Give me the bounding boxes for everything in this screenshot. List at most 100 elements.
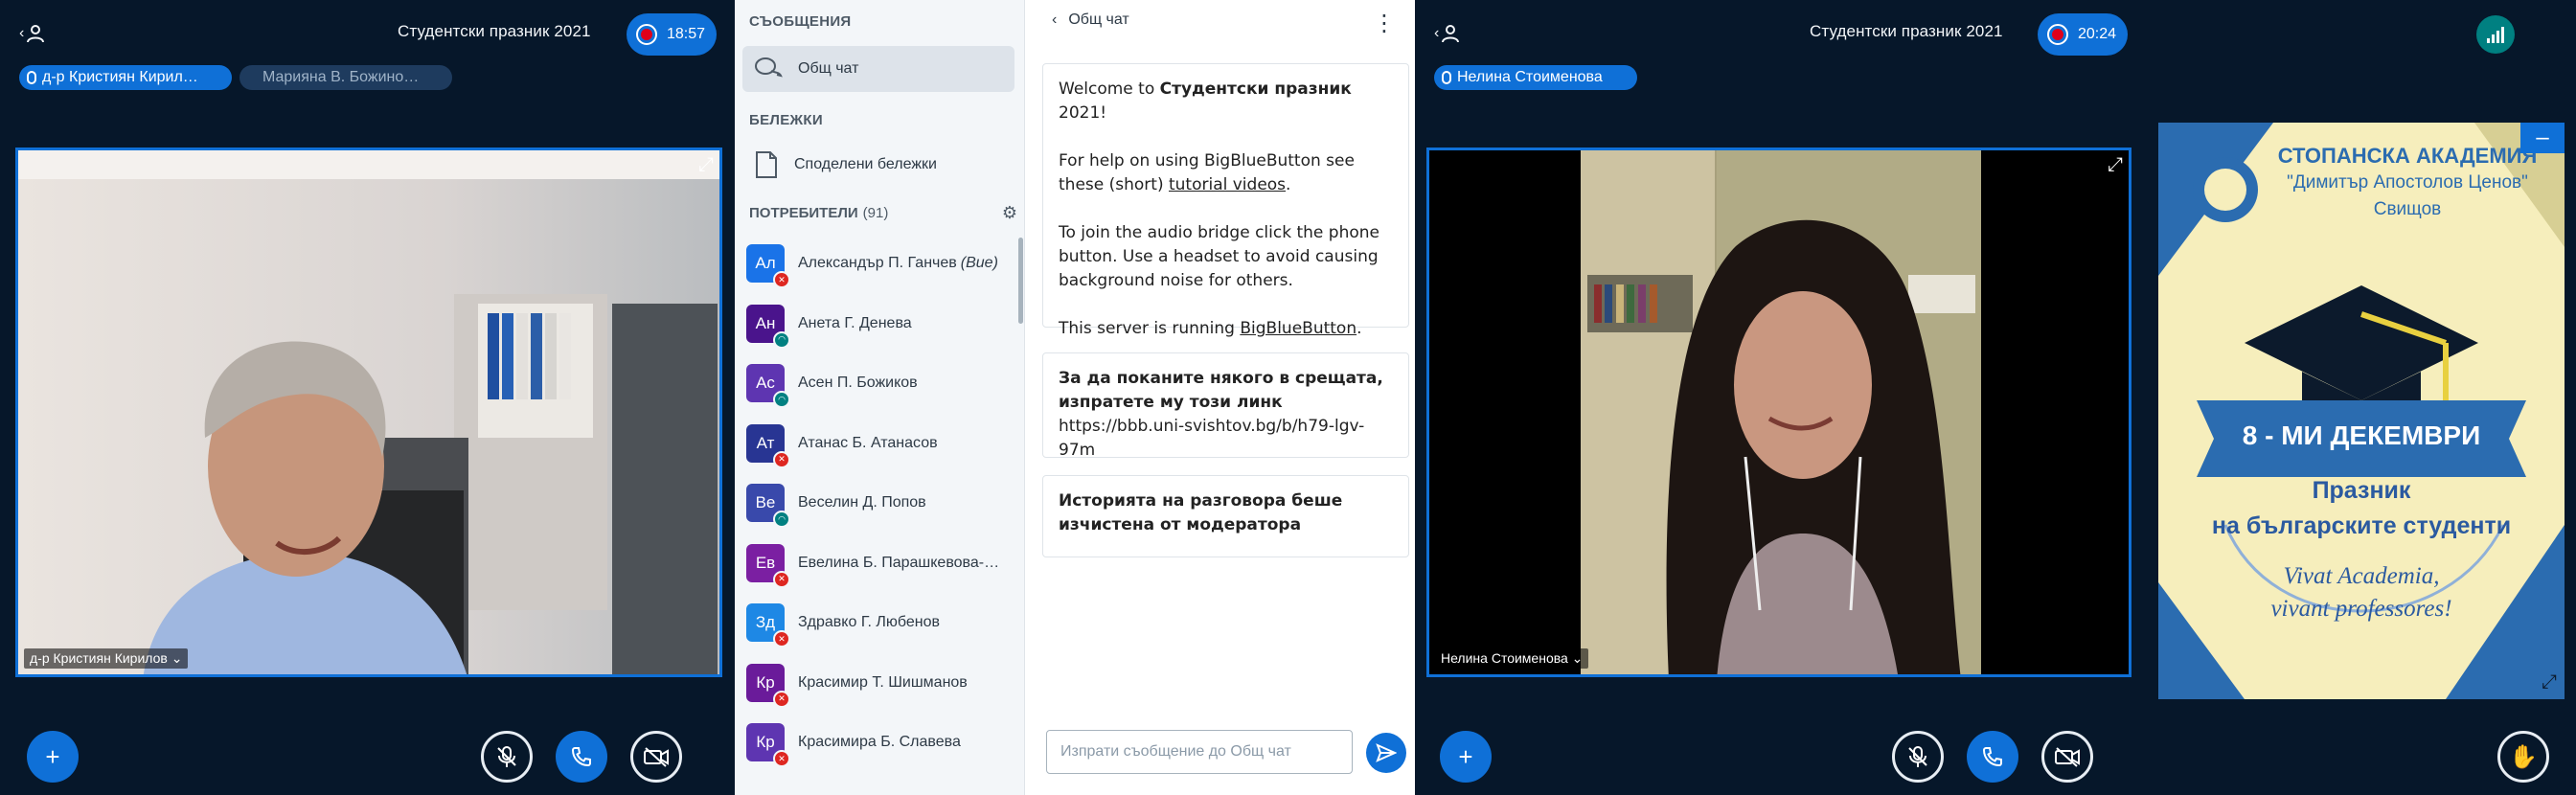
leave-audio-button[interactable] bbox=[556, 731, 607, 783]
headphones-icon: ◠ bbox=[773, 511, 790, 528]
tutorial-videos-link[interactable]: tutorial videos bbox=[1169, 175, 1286, 194]
user-name-text: Анета Г. Денева bbox=[798, 314, 912, 331]
connection-status-icon[interactable] bbox=[2476, 15, 2515, 54]
record-icon bbox=[2047, 24, 2068, 45]
webcam-user-name[interactable]: Нелина Стоименова ⌄ bbox=[1435, 648, 1589, 669]
users-section-header: ПОТРЕБИТЕЛИ (91) ⚙ bbox=[749, 203, 1017, 223]
recording-timer: 18:57 bbox=[667, 26, 706, 42]
webcam-video[interactable]: ⤢ д-р Кристиян Кирилов ⌄ bbox=[15, 148, 722, 677]
history-cleared-text: Историята на разговора беше изчистена от… bbox=[1059, 491, 1343, 534]
public-chat-item[interactable]: Общ чат bbox=[742, 46, 1014, 92]
webcam-user-name[interactable]: д-р Кристиян Кирилов ⌄ bbox=[24, 648, 189, 669]
user-name: Александър П. Ганчев (Вие) bbox=[798, 255, 998, 272]
left-meeting-window: ‹ Студентски празник 2021 18:57 д-р Крис… bbox=[0, 0, 735, 795]
left-topbar: ‹ Студентски празник 2021 18:57 bbox=[0, 0, 735, 67]
chat-header[interactable]: ‹ Общ чат bbox=[1052, 11, 1129, 29]
talker-pill[interactable]: д-р Кристиян Кирил… bbox=[19, 65, 232, 90]
user-list-item[interactable]: Кр ✕ Красимира Б. Славева bbox=[746, 718, 1007, 767]
user-name: Евелина Б. Парашкевова-В… bbox=[798, 555, 1004, 572]
public-chat-label: Общ чат bbox=[798, 60, 859, 77]
talking-indicators: д-р Кристиян Кирил… Марияна В. Божино… bbox=[19, 65, 452, 90]
microphone-off-icon bbox=[1908, 746, 1927, 767]
slide-motto-line2: vivant professores! bbox=[2270, 596, 2452, 622]
recording-indicator[interactable]: 18:57 bbox=[627, 13, 718, 56]
slide-date: 8 - МИ ДЕКЕМВРИ bbox=[2242, 420, 2481, 450]
webcam-video[interactable]: ⤢ Нелина Стоименова ⌄ bbox=[1426, 148, 2131, 677]
chat-title: Общ чат bbox=[1068, 11, 1129, 28]
user-list-item[interactable]: Ев ✕ Евелина Б. Парашкевова-В… bbox=[746, 539, 1007, 588]
avatar: Ас ◠ bbox=[746, 364, 790, 408]
unmute-button[interactable] bbox=[1892, 731, 1944, 783]
webcam-user-name-text: д-р Кристиян Кирилов bbox=[30, 650, 168, 666]
fullscreen-icon[interactable]: ⤢ bbox=[698, 154, 714, 176]
chat-options-icon[interactable]: ⋮ bbox=[1373, 10, 1396, 37]
shared-notes-item[interactable]: Споделени бележки bbox=[742, 142, 1014, 188]
signal-bar bbox=[2501, 27, 2504, 43]
fullscreen-icon[interactable]: ⤢ bbox=[2542, 671, 2557, 693]
chat-panel: ‹ Общ чат ⋮ Welcome to Студентски празни… bbox=[1025, 0, 1415, 795]
share-webcam-button[interactable] bbox=[2041, 731, 2093, 783]
user-list-item[interactable]: Ве ◠ Веселин Д. Попов bbox=[746, 479, 1007, 528]
presentation-slide[interactable]: СТОПАНСКА АКАДЕМИЯ "Димитър Апостолов Це… bbox=[2158, 123, 2565, 699]
talker-pill[interactable]: Марияна В. Божино… bbox=[239, 65, 452, 90]
slide-holiday-line1: Празник bbox=[2312, 477, 2411, 504]
user-list-item[interactable]: Ас ◠ Асен П. Божиков bbox=[746, 359, 1007, 408]
userlist-toggle-button[interactable]: ‹ bbox=[1434, 21, 1463, 46]
avatar-initials: Ан bbox=[755, 313, 776, 332]
avatar: Ев ✕ bbox=[746, 543, 790, 588]
user-list-item[interactable]: Ат ✕ Атанас Б. Атанасов bbox=[746, 420, 1007, 468]
user-name-text: Асен П. Божиков bbox=[798, 375, 918, 391]
share-webcam-button[interactable] bbox=[630, 731, 682, 783]
headphones-icon: ◠ bbox=[773, 391, 790, 408]
microphone-muted-icon: ✕ bbox=[773, 630, 790, 647]
bigbluebutton-link[interactable]: BigBlueButton bbox=[1240, 319, 1356, 338]
avatar: Ат ✕ bbox=[746, 423, 790, 468]
headphones-icon: ◠ bbox=[773, 330, 790, 349]
user-name: Красимир Т. Шишманов bbox=[798, 674, 968, 692]
talker-pill[interactable]: Нелина Стоименова bbox=[1434, 65, 1637, 90]
user-name-text: Александър П. Ганчев bbox=[798, 255, 957, 271]
user-name: Атанас Б. Атанасов bbox=[798, 435, 938, 452]
microphone-muted-icon: ✕ bbox=[773, 690, 790, 708]
messages-section-title: СЪОБЩЕНИЯ bbox=[749, 13, 852, 30]
actions-plus-button[interactable]: + bbox=[27, 731, 79, 783]
plus-icon: + bbox=[45, 741, 60, 771]
recording-indicator[interactable]: 20:24 bbox=[2038, 13, 2129, 56]
hand-icon: ✋ bbox=[2509, 743, 2538, 770]
plus-icon: + bbox=[1458, 741, 1473, 771]
gear-icon[interactable]: ⚙ bbox=[1002, 203, 1017, 223]
actions-plus-button[interactable]: + bbox=[1440, 731, 1492, 783]
avatar-initials: Ал bbox=[755, 254, 776, 272]
minimize-presentation-button[interactable]: – bbox=[2520, 123, 2565, 153]
user-list-item[interactable]: Ал ✕ Александър П. Ганчев (Вие) bbox=[746, 239, 1007, 288]
fullscreen-icon[interactable]: ⤢ bbox=[2108, 154, 2123, 176]
welcome-text: Welcome to bbox=[1059, 80, 1160, 99]
microphone-icon bbox=[27, 71, 36, 84]
user-list-item[interactable]: Ан ◠ Анета Г. Денева bbox=[746, 300, 1007, 349]
user-name-text: Веселин Д. Попов bbox=[798, 494, 926, 511]
user-name: Анета Г. Денева bbox=[798, 315, 912, 332]
meeting-title: Студентски празник 2021 bbox=[398, 22, 591, 40]
invite-link[interactable]: https://bbb.uni-svishtov.bg/b/h79-lgv-97… bbox=[1059, 415, 1393, 463]
recording-timer: 20:24 bbox=[2078, 26, 2117, 42]
avatar-initials: Ев bbox=[755, 553, 776, 572]
chat-icon bbox=[755, 57, 783, 78]
phone-icon bbox=[571, 747, 591, 767]
raise-hand-button[interactable]: ✋ bbox=[2497, 731, 2549, 783]
talker-name: д-р Кристиян Кирил… bbox=[42, 69, 198, 85]
userlist-toggle-button[interactable]: ‹ bbox=[19, 21, 48, 46]
record-icon bbox=[636, 24, 657, 45]
chat-message-input[interactable]: Изпрати съобщение до Общ чат bbox=[1046, 730, 1353, 774]
user-list-item[interactable]: Зд ✕ Здравко Г. Любенов bbox=[746, 599, 1007, 647]
avatar: Ан ◠ bbox=[746, 304, 790, 349]
send-button[interactable] bbox=[1366, 733, 1406, 773]
you-label: (Вие) bbox=[960, 255, 998, 271]
user-list-scrollbar[interactable] bbox=[1018, 238, 1023, 324]
chevron-left-icon: ‹ bbox=[1434, 25, 1440, 41]
server-suffix: . bbox=[1356, 319, 1362, 338]
welcome-suffix: 2021! bbox=[1059, 103, 1107, 123]
user-list-item[interactable]: Кр ✕ Красимир Т. Шишманов bbox=[746, 659, 1007, 708]
unmute-button[interactable] bbox=[481, 731, 533, 783]
webcam-user-name-text: Нелина Стоименова bbox=[1441, 650, 1568, 666]
leave-audio-button[interactable] bbox=[1967, 731, 2018, 783]
